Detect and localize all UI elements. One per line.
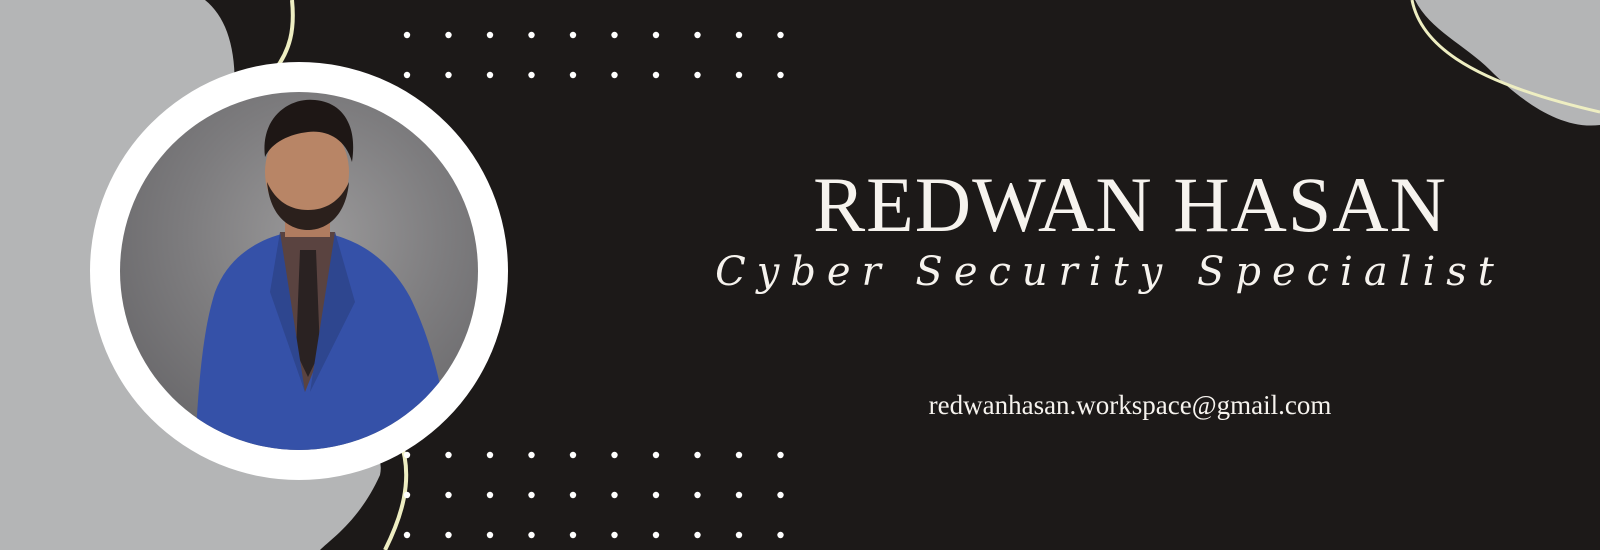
decor-dot: [694, 451, 701, 459]
decor-dot: [735, 531, 743, 539]
decor-dot: [445, 31, 452, 39]
profile-photo: [120, 92, 478, 450]
decor-dot: [694, 531, 701, 539]
decor-dot: [569, 71, 577, 79]
decor-dot: [569, 531, 577, 539]
decor-dot: [445, 491, 452, 499]
decor-dot: [403, 71, 411, 79]
decor-dot: [652, 531, 660, 539]
decor-dot: [652, 491, 660, 499]
decor-dot: [528, 531, 535, 539]
decor-dot: [486, 491, 494, 499]
decor-dot: [569, 451, 577, 459]
cream-line-top: [273, 0, 295, 72]
decor-dot: [735, 491, 743, 499]
decor-dot: [486, 31, 494, 39]
decor-dot: [735, 71, 743, 79]
decor-dot: [528, 31, 535, 39]
decor-dot: [777, 31, 784, 39]
profile-banner: REDWAN HASAN Cyber Security Specialist r…: [0, 0, 1600, 550]
decor-dot: [694, 71, 701, 79]
decor-dot: [445, 531, 452, 539]
decor-dot: [694, 31, 701, 39]
decor-dot: [611, 491, 618, 499]
decor-dot: [652, 71, 660, 79]
person-portrait-icon: [195, 99, 450, 450]
decor-dot: [777, 71, 784, 79]
decor-dot: [611, 31, 618, 39]
profile-name: REDWAN HASAN: [813, 161, 1447, 248]
decor-dot: [777, 491, 784, 499]
decor-dot: [735, 31, 743, 39]
decor-dot: [569, 31, 577, 39]
dot-grid-bottom: [403, 451, 784, 539]
decor-dot: [445, 71, 452, 79]
profile-email: redwanhasan.workspace@gmail.com: [928, 390, 1332, 420]
profile-photo-ring: [90, 62, 508, 480]
decor-dot: [486, 451, 494, 459]
decor-dot: [611, 71, 618, 79]
decor-dot: [528, 491, 535, 499]
decor-dot: [528, 451, 535, 459]
decor-dot: [652, 31, 660, 39]
decor-dot: [611, 531, 618, 539]
decor-dot: [486, 71, 494, 79]
decor-dot: [777, 451, 784, 459]
profile-title: Cyber Security Specialist: [715, 249, 1505, 295]
decor-dot: [445, 451, 452, 459]
decor-dot: [569, 491, 577, 499]
decor-dot: [403, 31, 411, 39]
decor-dot: [403, 491, 411, 499]
dot-grid-top: [403, 31, 784, 79]
decor-dot: [403, 451, 411, 459]
decor-dot: [694, 491, 701, 499]
decor-dot: [652, 451, 660, 459]
decor-dot: [403, 531, 411, 539]
decor-dot: [528, 71, 535, 79]
decor-dot: [735, 451, 743, 459]
decor-dot: [777, 531, 784, 539]
decor-dot: [486, 531, 494, 539]
decor-dot: [611, 451, 618, 459]
